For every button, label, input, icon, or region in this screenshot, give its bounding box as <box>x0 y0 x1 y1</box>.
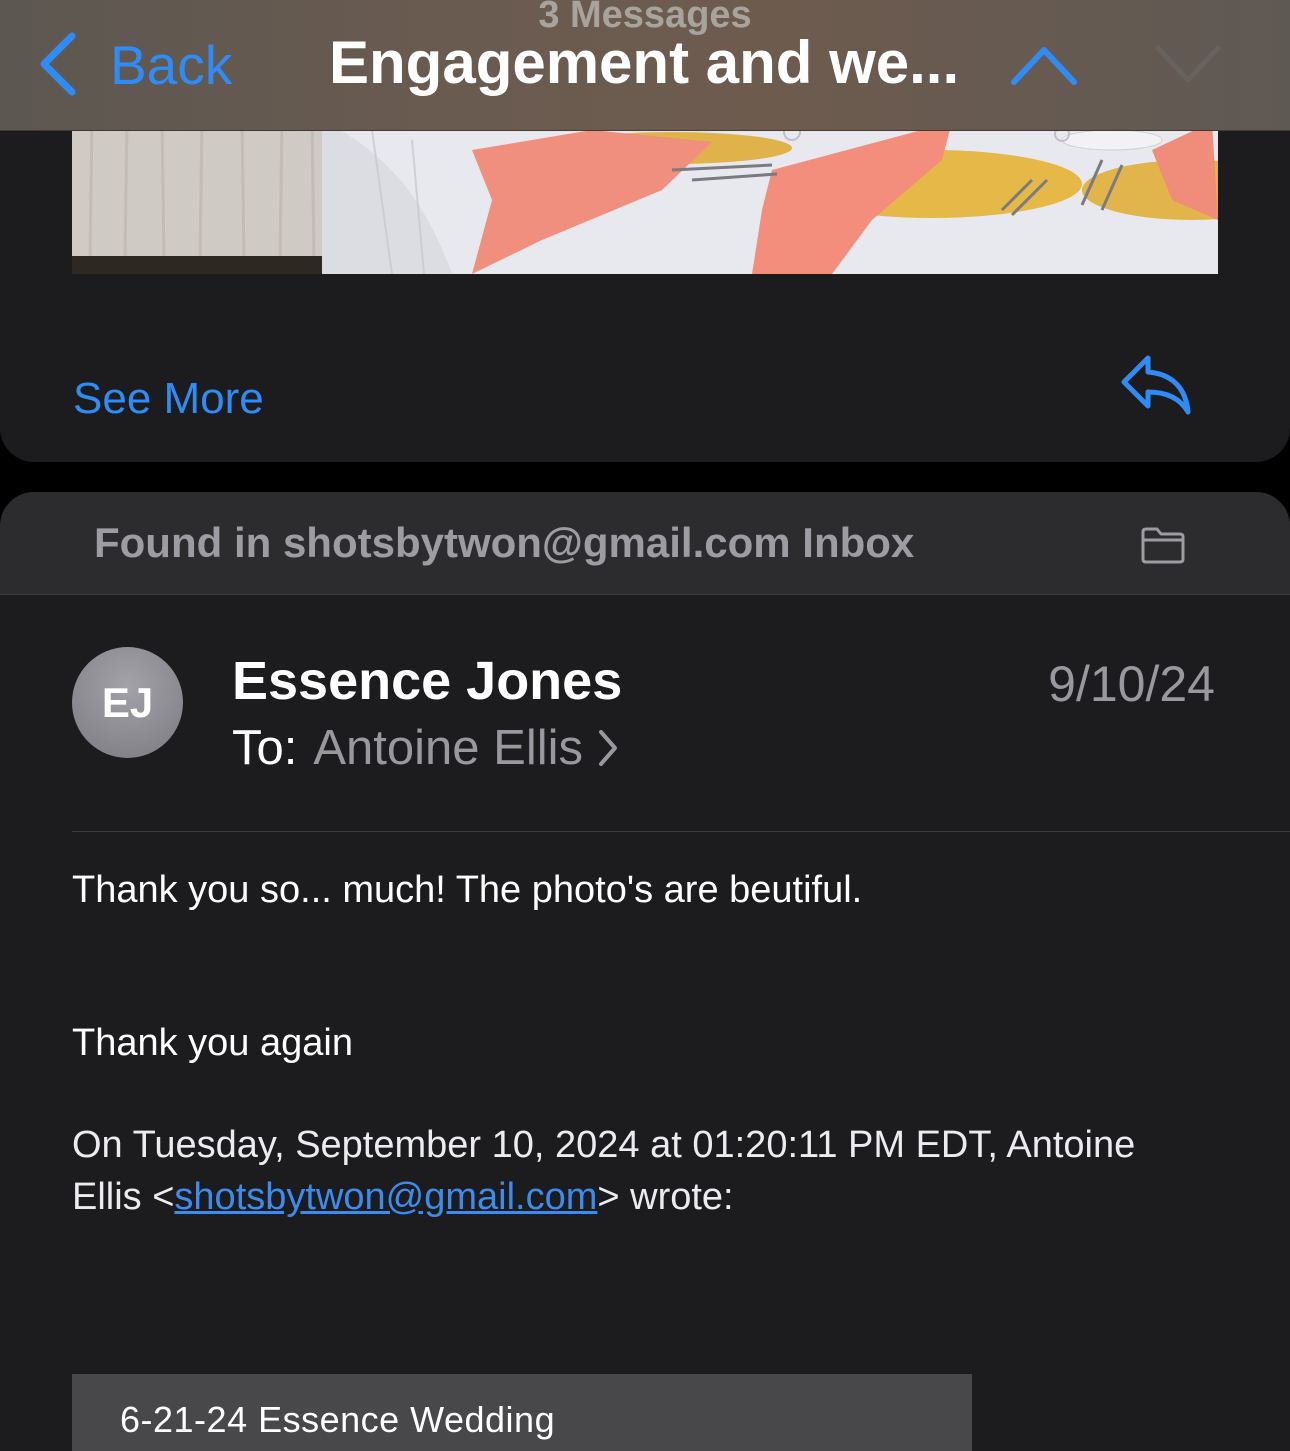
body-paragraph-2: Thank you again <box>72 1022 353 1064</box>
thread-title: Engagement and we... <box>329 29 960 96</box>
header-divider <box>72 831 1290 832</box>
avatar[interactable]: EJ <box>72 647 183 758</box>
chevron-up-icon[interactable] <box>1010 44 1078 86</box>
mailbox-banner[interactable]: Found in shotsbytwon@gmail.com Inbox <box>0 492 1290 595</box>
body-paragraph-1: Thank you so... much! The photo's are be… <box>72 869 863 911</box>
wedding-table-photo[interactable] <box>72 120 1218 274</box>
navigation-bar: 3 Messages Back Engagement and we... <box>0 0 1290 131</box>
recipient-name: Antoine Ellis <box>313 721 584 775</box>
reply-icon[interactable] <box>1118 352 1196 418</box>
found-in-label: Found in shotsbytwon@gmail.com Inbox <box>94 519 915 566</box>
shared-album-card[interactable]: 6-21-24 Essence Wedding <box>72 1374 972 1451</box>
chevron-left-icon[interactable] <box>38 32 80 96</box>
avatar-initials: EJ <box>101 678 154 726</box>
quote-suffix: > wrote: <box>597 1176 734 1218</box>
back-button[interactable]: Back <box>110 34 232 96</box>
quoted-email-link[interactable]: shotsbytwon@gmail.com <box>174 1176 597 1218</box>
folder-icon[interactable] <box>1140 526 1186 564</box>
to-label: To: <box>232 721 298 775</box>
message-card: Found in shotsbytwon@gmail.com Inbox EJ … <box>0 492 1290 1451</box>
recipient-line[interactable]: To: Antoine Ellis <box>232 718 619 778</box>
chevron-down-icon[interactable] <box>1154 44 1222 86</box>
album-title: 6-21-24 Essence Wedding <box>120 1399 556 1440</box>
see-more-link[interactable]: See More <box>73 374 264 424</box>
mail-thread-screen: See More 3 Messages Back Engagement and … <box>0 0 1290 1451</box>
quoted-reply-header: On Tuesday, September 10, 2024 at 01:20:… <box>72 1119 1212 1223</box>
message-date: 9/10/24 <box>1048 656 1215 712</box>
sender-name[interactable]: Essence Jones <box>232 650 622 712</box>
chevron-right-icon <box>599 730 618 766</box>
